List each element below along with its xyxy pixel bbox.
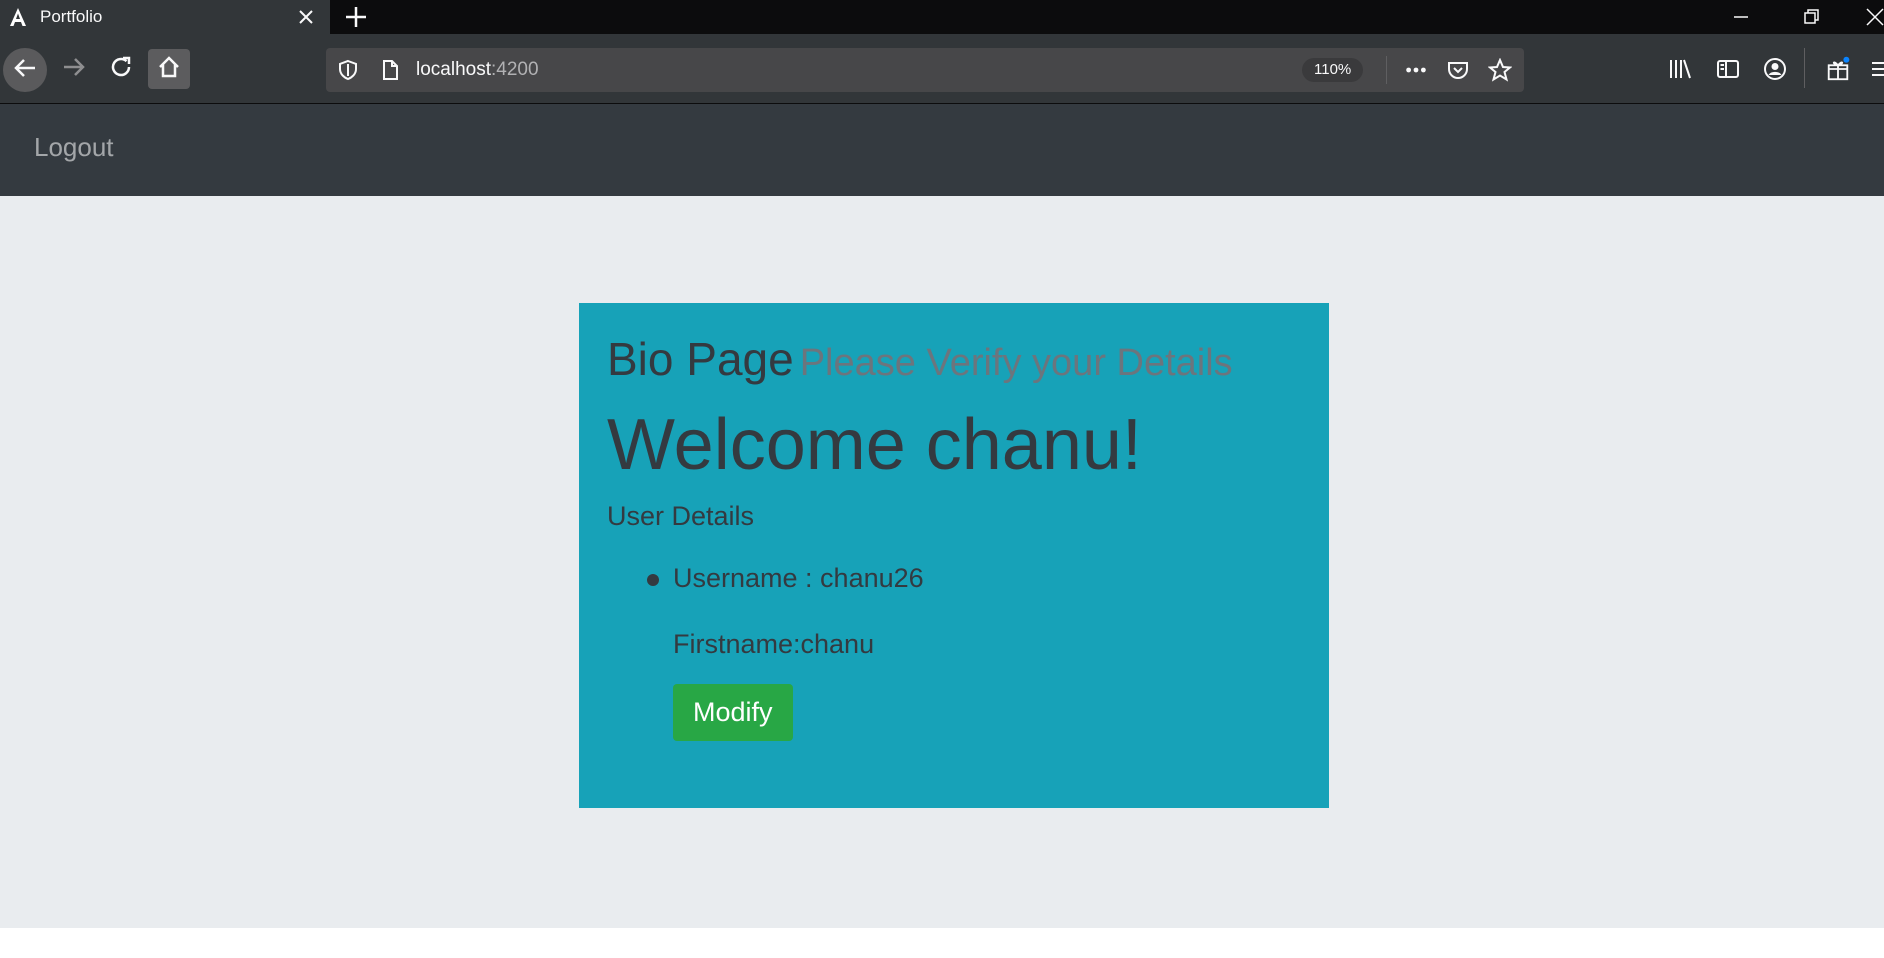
- url-text: localhost:4200: [416, 59, 539, 81]
- modify-button[interactable]: Modify: [673, 684, 793, 741]
- verify-subheading: Please Verify your Details: [799, 342, 1233, 384]
- url-host: localhost: [416, 59, 491, 80]
- menu-icon[interactable]: [1868, 56, 1884, 82]
- username-item: Username : chanu26: [647, 560, 1301, 596]
- list-bullet: [647, 574, 659, 586]
- arrow-right-icon: [60, 53, 88, 85]
- bio-page-heading: Bio Page: [607, 333, 794, 385]
- browser-tab-strip: Portfolio: [0, 0, 1884, 34]
- reload-icon: [108, 54, 134, 84]
- new-tab-icon[interactable]: [343, 4, 369, 30]
- url-bar[interactable]: localhost:4200 110%: [326, 48, 1524, 92]
- sidebar-icon[interactable]: [1715, 56, 1741, 82]
- user-details-list: Username : chanu26: [607, 560, 1301, 596]
- home-icon: [156, 54, 182, 84]
- page-icon[interactable]: [378, 58, 402, 82]
- toolbar-divider: [1804, 48, 1805, 88]
- back-button[interactable]: [3, 48, 47, 92]
- pocket-icon[interactable]: [1446, 58, 1470, 82]
- browser-toolbar: localhost:4200 110%: [0, 34, 1884, 104]
- arrow-left-icon: [11, 54, 39, 86]
- reload-button[interactable]: [103, 51, 139, 87]
- shield-icon[interactable]: [336, 58, 360, 82]
- user-details-title: User Details: [607, 501, 755, 531]
- firstname-text: Firstname:chanu: [673, 629, 875, 659]
- minimize-window-icon[interactable]: [1728, 4, 1754, 30]
- extensions-gift-icon[interactable]: [1825, 56, 1851, 82]
- library-icon[interactable]: [1667, 56, 1693, 82]
- page-title: Bio Page Please Verify your Details: [607, 331, 1301, 391]
- url-bar-divider: [1386, 56, 1387, 84]
- more-actions-icon[interactable]: [1404, 58, 1428, 82]
- browser-tab[interactable]: Portfolio: [0, 0, 330, 34]
- tab-title: Portfolio: [40, 7, 103, 26]
- close-window-icon[interactable]: [1862, 4, 1884, 30]
- app-navbar: Logout: [0, 104, 1884, 196]
- zoom-level-badge[interactable]: 110%: [1302, 58, 1364, 82]
- angular-favicon-icon: [8, 7, 28, 27]
- username-text: Username : chanu26: [673, 563, 924, 593]
- bookmark-star-icon[interactable]: [1488, 58, 1512, 82]
- welcome-message: Welcome chanu!: [607, 405, 1142, 485]
- bio-card: Bio Page Please Verify your Details Welco…: [579, 303, 1329, 808]
- close-tab-icon[interactable]: [296, 7, 316, 27]
- forward-button[interactable]: [56, 51, 92, 87]
- logout-link[interactable]: Logout: [34, 132, 114, 163]
- restore-window-icon[interactable]: [1798, 4, 1824, 30]
- home-button[interactable]: [148, 49, 190, 89]
- account-icon[interactable]: [1762, 56, 1788, 82]
- url-port: :4200: [491, 59, 539, 80]
